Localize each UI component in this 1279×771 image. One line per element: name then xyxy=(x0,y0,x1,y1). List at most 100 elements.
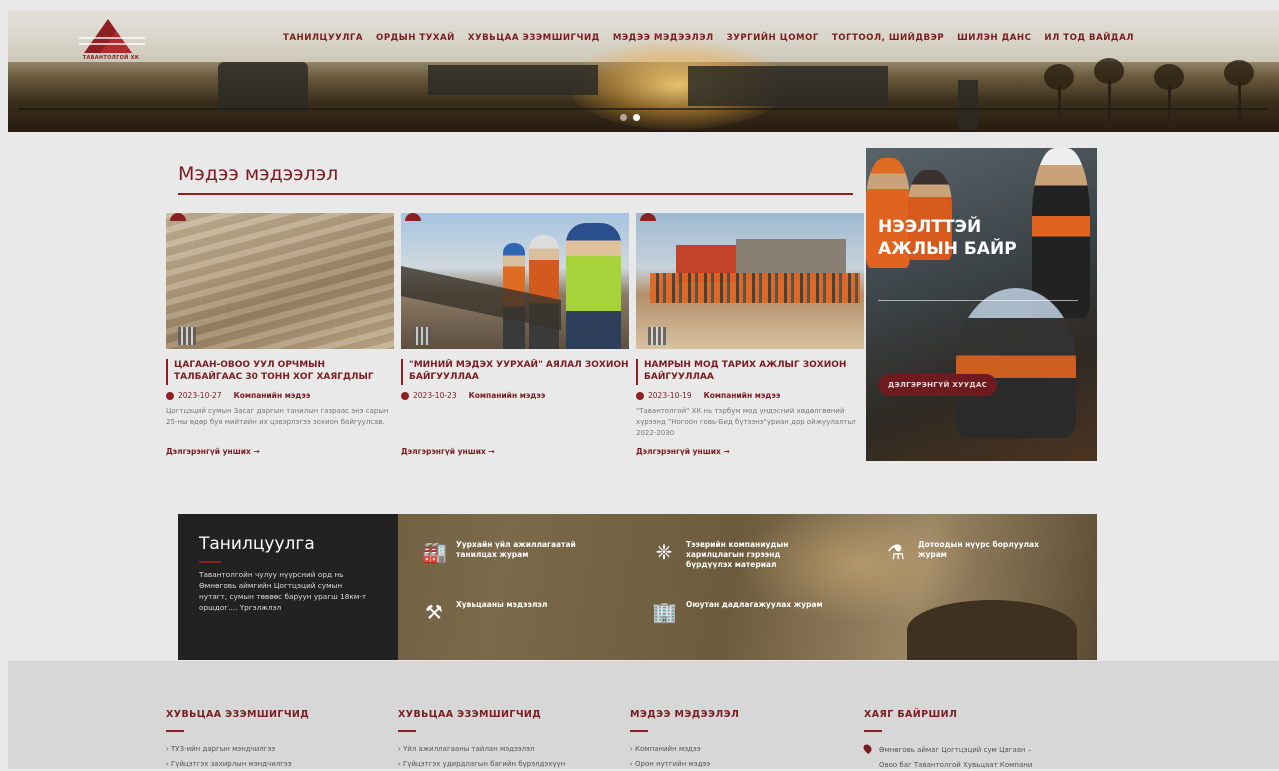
news-title-divider xyxy=(178,193,853,195)
qr-code-icon xyxy=(413,327,431,345)
nav-item-glass-account[interactable]: ШИЛЭН ДАНС xyxy=(957,33,1031,43)
news-card-date: 2023-10-23 xyxy=(413,391,457,400)
nav-item-deposit[interactable]: ОРДЫН ТУХАЙ xyxy=(376,33,455,43)
footer-title-underline xyxy=(166,730,184,732)
intro-panel: Танилцуулга Тавантолгойн чулуу нүүрсний … xyxy=(178,514,398,660)
news-card-meta: 2023-10-23 Компанийн мэдээ xyxy=(401,391,629,400)
nav-item-shareholders[interactable]: ХУВЬЦАА ЭЗЭМШИГЧИД xyxy=(468,33,600,43)
slider-dots xyxy=(620,114,640,121)
news-card-title[interactable]: ЦАГААН-ОВОО УУЛ ОРЧМЫН ТАЛБАЙГААС 30 ТОН… xyxy=(166,359,394,385)
footer-link[interactable]: › Гүйцэтгэх удирдлагын багийн бүрэлдэхүү… xyxy=(398,759,565,770)
news-card-excerpt: "Тавантолгой" ХК нь тэрбум мод үндэсний … xyxy=(636,407,857,437)
hero-fence xyxy=(18,108,1269,110)
vacancy-title: НЭЭЛТТЭЙ АЖЛЫН БАЙР xyxy=(878,216,1017,260)
intro-link-internship[interactable]: 🏢 Оюутан дадлагажуулах журам xyxy=(652,600,826,624)
slider-dot-active[interactable] xyxy=(633,114,640,121)
nav-item-resolutions[interactable]: ТОГТООЛ, ШИЙДВЭР xyxy=(832,33,944,43)
news-card-category[interactable]: Компанийн мэдээ xyxy=(704,391,781,400)
intro-link-label: Оюутан дадлагажуулах журам xyxy=(686,600,823,609)
news-card[interactable]: НАМРЫН МОД ТАРИХ АЖЛЫГ ЗОХИОН БАЙГУУЛЛАА… xyxy=(636,213,864,456)
news-card-image[interactable] xyxy=(166,213,394,349)
news-section-title: Мэдээ мэдээлэл xyxy=(178,163,339,185)
news-card[interactable]: ЦАГААН-ОВОО УУЛ ОРЧМЫН ТАЛБАЙГААС 30 ТОН… xyxy=(166,213,394,456)
news-card-date: 2023-10-19 xyxy=(648,391,692,400)
read-more-link[interactable]: Дэлгэрэнгүй унших → xyxy=(166,447,394,456)
intro-link-shares[interactable]: ⚒ Хувьцааны мэдээлэл xyxy=(422,600,596,624)
intro-title: Танилцуулга xyxy=(199,534,315,554)
news-card-title[interactable]: "МИНИЙ МЭДЭХ УУРХАЙ" АЯЛАЛ ЗОХИОН БАЙГУУ… xyxy=(401,359,629,385)
logo-stripe xyxy=(79,37,145,39)
news-card-category[interactable]: Компанийн мэдээ xyxy=(234,391,311,400)
main-nav: ТАНИЛЦУУЛГА ОРДЫН ТУХАЙ ХУВЬЦАА ЭЗЭМШИГЧ… xyxy=(283,33,1147,43)
building-icon: 🏢 xyxy=(652,600,677,624)
nav-item-intro[interactable]: ТАНИЛЦУУЛГА xyxy=(283,33,363,43)
footer-column-title: ХУВЬЦАА ЭЗЭМШИГЧИД xyxy=(398,709,542,720)
footer-title-underline xyxy=(398,730,416,732)
coal-heap xyxy=(907,600,1077,660)
clock-icon xyxy=(166,391,174,400)
clock-icon xyxy=(401,391,409,400)
card-flag xyxy=(640,213,656,221)
intro-text[interactable]: Тавантолгойн чулуу нүүрсний орд нь Өмнөг… xyxy=(199,569,369,613)
card-flag xyxy=(405,213,421,221)
news-card-excerpt: Цогтцэций сумын Засаг даргын танилын газ… xyxy=(166,407,389,426)
footer: ХУВЬЦАА ЭЗЭМШИГЧИД › ТУЗ-ийн даргын мэнд… xyxy=(8,661,1279,769)
footer-link[interactable]: › Гүйцэтгэх захирлын мэндчилгээ xyxy=(166,759,309,770)
footer-link[interactable]: › Орон нутгийн мэдээ xyxy=(630,759,739,770)
footer-link[interactable]: › ТУЗ-ийн даргын мэндчилгээ xyxy=(166,744,309,755)
nav-item-transparency[interactable]: ИЛ ТОД ВАЙДАЛ xyxy=(1044,33,1133,43)
worker-figure xyxy=(956,288,1076,438)
news-card[interactable]: "МИНИЙ МЭДЭХ УУРХАЙ" АЯЛАЛ ЗОХИОН БАЙГУУ… xyxy=(401,213,629,456)
hero-banner: ТАВАНТОЛГОЙ ХК ТАНИЛЦУУЛГА ОРДЫН ТУХАЙ Х… xyxy=(8,10,1279,132)
news-card-title[interactable]: НАМРЫН МОД ТАРИХ АЖЛЫГ ЗОХИОН БАЙГУУЛЛАА xyxy=(636,359,864,385)
vacancy-title-line2: АЖЛЫН БАЙР xyxy=(878,239,1017,259)
hero-machine xyxy=(218,62,308,112)
intro-link-mine-visit[interactable]: 🏭 Уурхайн үйл ажиллагаатай танилцах жура… xyxy=(422,540,596,564)
worker-figure xyxy=(1032,148,1090,318)
footer-column: ХУВЬЦАА ЭЗЭМШИГЧИД › ТУЗ-ийн даргын мэнд… xyxy=(166,709,309,770)
read-more-link[interactable]: Дэлгэрэнгүй унших → xyxy=(636,447,864,456)
footer-title-underline xyxy=(864,730,882,732)
news-card-date: 2023-10-27 xyxy=(178,391,222,400)
intro-link-label: Дотоодын нүүрс борлуулах журам xyxy=(918,540,1039,559)
factory-icon: 🏭 xyxy=(422,540,447,564)
vacancy-title-line1: НЭЭЛТТЭЙ xyxy=(878,217,982,237)
card-flag xyxy=(170,213,186,221)
hero-tree xyxy=(1094,58,1124,126)
news-card-excerpt xyxy=(401,406,629,439)
footer-link[interactable]: › Үйл ажиллагааны тайлан мэдээлэл xyxy=(398,744,565,755)
nav-item-gallery[interactable]: ЗУРГИЙН ЦОМОГ xyxy=(727,33,819,43)
news-card-meta: 2023-10-19 Компанийн мэдээ xyxy=(636,391,864,400)
footer-column-title: ХАЯГ БАЙРШИЛ xyxy=(864,709,958,720)
news-card-category[interactable]: Компанийн мэдээ xyxy=(469,391,546,400)
intro-title-underline xyxy=(199,561,221,563)
read-more-link[interactable]: Дэлгэрэнгүй унших → xyxy=(401,447,629,456)
slider-dot[interactable] xyxy=(620,114,627,121)
intro-link-domestic-sales[interactable]: ⚗ Дотоодын нүүрс борлуулах журам xyxy=(884,540,1058,564)
hero-machine xyxy=(958,80,978,130)
news-card-image[interactable] xyxy=(401,213,629,349)
intro-link-transport[interactable]: ❈ Тээврийн компаниудын харилцлагын гэрээ… xyxy=(652,540,826,570)
hero-tree xyxy=(1224,60,1254,126)
vacancy-divider xyxy=(878,300,1078,301)
job-vacancy-banner[interactable]: НЭЭЛТТЭЙ АЖЛЫН БАЙР ДЭЛГЭРЭНГҮЙ ХУУДАС xyxy=(866,148,1097,461)
news-card-image[interactable] xyxy=(636,213,864,349)
hero-tree xyxy=(1044,64,1074,126)
footer-address: Овоо баг Тавантолгой Хувьцаат Компани xyxy=(879,761,1033,769)
qr-code-icon xyxy=(648,327,666,345)
footer-link[interactable]: › Компанийн мэдээ xyxy=(630,744,739,755)
footer-column-title: ХУВЬЦАА ЭЗЭМШИГЧИД xyxy=(166,709,310,720)
company-logo[interactable]: ТАВАНТОЛГОЙ ХК xyxy=(70,17,152,65)
flask-icon: ⚗ xyxy=(887,540,905,564)
map-pin-icon xyxy=(861,742,874,755)
intro-link-label: Хувьцааны мэдээлэл xyxy=(456,600,548,609)
qr-code-icon xyxy=(178,327,196,345)
nav-item-news[interactable]: МЭДЭЭ МЭДЭЭЛЭЛ xyxy=(613,33,714,43)
logo-mountain-shape xyxy=(100,31,132,53)
pickaxe-icon: ⚒ xyxy=(425,600,443,624)
intro-link-label: Тээврийн компаниудын харилцлагын гэрээнд… xyxy=(686,540,789,569)
vacancy-details-button[interactable]: ДЭЛГЭРЭНГҮЙ ХУУДАС xyxy=(878,374,998,396)
footer-column: ХАЯГ БАЙРШИЛ Өмнөговь аймаг Цогтцэций су… xyxy=(861,709,1033,771)
worker-figure xyxy=(529,235,559,349)
clock-icon xyxy=(636,391,644,400)
